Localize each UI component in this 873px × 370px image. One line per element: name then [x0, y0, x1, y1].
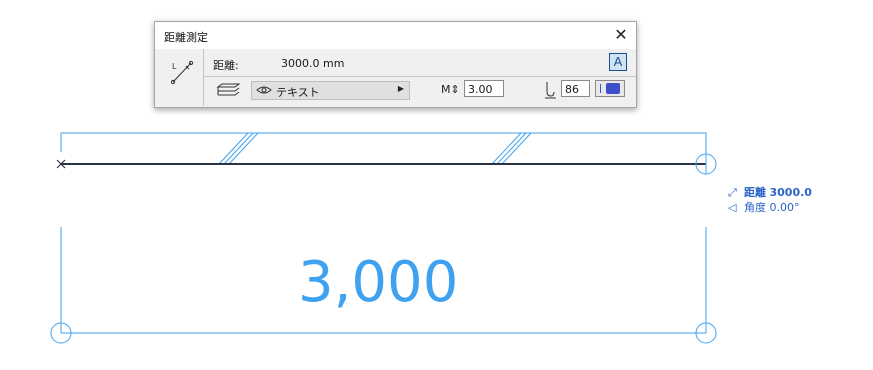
- pen-icon: [545, 82, 556, 99]
- angle-icon: ◁: [728, 201, 737, 214]
- distance-icon: ⤢: [728, 186, 737, 199]
- tracker-angle-value: 0.00°: [769, 201, 800, 214]
- break-mark-right: [491, 132, 532, 165]
- measure-tool-icon: L: [155, 49, 204, 106]
- layer-icon: [216, 83, 241, 96]
- eye-icon: [256, 86, 272, 94]
- distance-row: 距離: 3000.0 mm A: [204, 49, 636, 77]
- close-icon[interactable]: ✕: [612, 26, 630, 44]
- tracker-angle-label: 角度: [744, 201, 766, 214]
- measure-palette[interactable]: 距離測定 ✕ L 距離: 3000.0 mm A テキスト ▶ M⇕ 3.00 …: [154, 21, 637, 108]
- palette-titlebar[interactable]: 距離測定 ✕: [155, 22, 636, 49]
- auto-text-toggle[interactable]: A: [609, 53, 627, 71]
- layer-dropdown[interactable]: テキスト ▶: [251, 81, 410, 100]
- dimension-value: 3,000: [298, 250, 459, 315]
- pen-color-swatch[interactable]: [595, 80, 625, 97]
- outline-rectangle: [60, 132, 707, 155]
- tracker-angle-row: ◁ 角度 0.00°: [728, 199, 812, 214]
- settings-row: テキスト ▶ M⇕ 3.00 86: [204, 77, 636, 106]
- layer-name: テキスト: [276, 86, 320, 99]
- tracker-distance-row: ⤢ 距離 3000.0: [728, 184, 812, 199]
- pen-number-input[interactable]: 86: [561, 80, 590, 97]
- tracker-distance-value: 3000.0: [769, 186, 812, 199]
- distance-label: 距離:: [213, 59, 239, 72]
- dropdown-arrow-icon: ▶: [397, 84, 404, 93]
- distance-value: 3000.0 mm: [281, 57, 345, 70]
- palette-title: 距離測定: [164, 31, 208, 44]
- pen-weight-input[interactable]: 3.00: [464, 80, 504, 97]
- tracker: ⤢ 距離 3000.0 ◁ 角度 0.00°: [728, 184, 812, 214]
- break-mark-left: [218, 132, 259, 165]
- pen-weight-label-text: M: [441, 83, 451, 96]
- tracker-distance-label: 距離: [744, 186, 766, 199]
- pen-weight-label: M⇕: [441, 83, 460, 96]
